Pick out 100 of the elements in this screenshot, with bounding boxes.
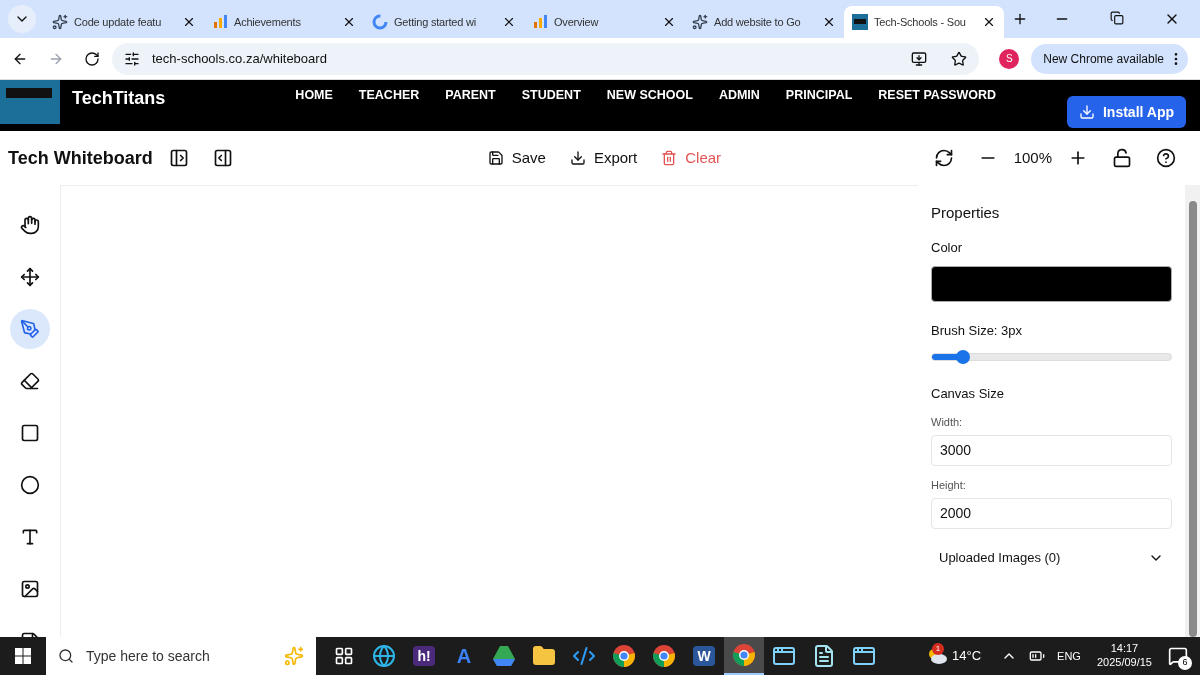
- reload-icon[interactable]: [84, 50, 100, 67]
- search-icon: [58, 648, 74, 664]
- tab-title: Add website to Go: [714, 14, 802, 30]
- browser-tab[interactable]: Add website to Go: [684, 6, 844, 38]
- height-field[interactable]: 2000: [931, 497, 1172, 529]
- folder-icon: [532, 644, 556, 668]
- restore-icon[interactable]: [1110, 11, 1124, 25]
- clock[interactable]: 14:17 2025/09/15: [1096, 642, 1152, 670]
- tab-title: Code update featu: [74, 14, 163, 30]
- tab-title: Achievements: [234, 14, 302, 30]
- g-logo-icon: [372, 14, 388, 30]
- text-tool-icon: [20, 527, 40, 547]
- taskbar-app[interactable]: [724, 637, 764, 675]
- taskbar-app[interactable]: A: [444, 637, 484, 675]
- zoom-level: 100%: [1013, 147, 1052, 168]
- export-button[interactable]: Export: [569, 146, 638, 170]
- browser-tab[interactable]: Overview: [524, 6, 684, 38]
- bar-chart-icon: [212, 14, 228, 30]
- sparkle-icon: [284, 646, 304, 666]
- taskbar-app[interactable]: h!: [404, 637, 444, 675]
- pen-tool-icon: [20, 319, 40, 339]
- windows-icon[interactable]: [15, 648, 31, 664]
- close-icon[interactable]: [502, 15, 516, 29]
- browser-tab[interactable]: Achievements: [204, 6, 364, 38]
- site-settings-icon[interactable]: [124, 50, 140, 67]
- chrome-icon: [612, 644, 636, 668]
- brush-slider-track[interactable]: [931, 352, 1172, 361]
- close-icon[interactable]: [662, 15, 676, 29]
- tab-title: Getting started wi: [394, 14, 477, 30]
- language-indicator[interactable]: ENG: [1057, 647, 1081, 665]
- save-button[interactable]: Save: [487, 146, 546, 170]
- nav-link[interactable]: PRINCIPAL: [785, 86, 853, 105]
- browser-tab[interactable]: Code update featu: [44, 6, 204, 38]
- nav-link[interactable]: NEW SCHOOL: [606, 86, 693, 105]
- tab-title: Overview: [554, 14, 600, 30]
- profile-avatar[interactable]: S: [999, 48, 1020, 69]
- close-icon[interactable]: [182, 15, 196, 29]
- notification-count: 6: [1178, 656, 1192, 670]
- address-bar[interactable]: tech-schools.co.za/whiteboard: [112, 42, 980, 75]
- panel-toggle-icon[interactable]: [212, 148, 233, 168]
- hand-tool-icon: [20, 215, 40, 235]
- browser-tab[interactable]: Tech-Schools - Sou: [844, 6, 1004, 38]
- eraser-tool-icon: [20, 371, 40, 391]
- install-icon[interactable]: [911, 50, 928, 67]
- close-icon[interactable]: [822, 15, 836, 29]
- sparkle-icon: [692, 14, 708, 30]
- field-label: Color: [931, 239, 964, 258]
- slider-thumb[interactable]: [956, 349, 971, 364]
- battery-icon[interactable]: [1029, 648, 1046, 664]
- panel-toggle-icon[interactable]: [168, 148, 189, 168]
- rectangle-tool-icon: [20, 423, 40, 443]
- nav-link[interactable]: RESET PASSWORD: [878, 86, 997, 105]
- weather-badge: 1: [932, 643, 945, 655]
- close-icon[interactable]: [342, 15, 356, 29]
- close-icon[interactable]: [982, 15, 996, 29]
- save-icon: [487, 150, 504, 166]
- new-tab-icon[interactable]: [1012, 11, 1028, 27]
- uploads-accordion[interactable]: Uploaded Images (0): [931, 548, 1172, 568]
- field-label: Brush Size: 3px: [931, 322, 1024, 340]
- refresh-icon[interactable]: [933, 148, 954, 168]
- nav-link[interactable]: ADMIN: [718, 86, 760, 105]
- image-tool-icon: [20, 579, 40, 599]
- taskbar-search[interactable]: Type here to search: [46, 637, 316, 675]
- site-logo: [0, 80, 60, 124]
- field-label: Height:: [931, 477, 967, 493]
- unlock-icon[interactable]: [1112, 148, 1132, 168]
- browser-tab[interactable]: Getting started wi: [364, 6, 524, 38]
- circle-tool-icon: [20, 475, 40, 495]
- drive-icon: [492, 645, 516, 667]
- help-icon[interactable]: [1156, 148, 1176, 168]
- nav-link[interactable]: TEACHER: [358, 86, 420, 105]
- color-swatch[interactable]: [931, 266, 1172, 302]
- app-window-icon: [772, 644, 796, 668]
- code-editor-icon: [572, 644, 596, 668]
- panel-title: Properties: [931, 203, 1001, 223]
- app-window-icon: [852, 644, 876, 668]
- clear-button[interactable]: Clear: [661, 146, 722, 170]
- app-letter: A: [456, 644, 472, 669]
- install-app-button[interactable]: Install App: [1066, 96, 1186, 128]
- app-letter: h!: [413, 646, 435, 666]
- url-text: tech-schools.co.za/whiteboard: [152, 49, 328, 68]
- taskbar-app[interactable]: W: [684, 637, 724, 675]
- bookmark-icon[interactable]: [951, 50, 968, 67]
- nav-link[interactable]: HOME: [295, 86, 333, 105]
- temperature: 14°C: [952, 647, 982, 666]
- notepad-icon: [812, 644, 836, 668]
- nav-link[interactable]: STUDENT: [521, 86, 581, 105]
- update-button[interactable]: New Chrome available: [1031, 43, 1188, 74]
- nav-link[interactable]: PARENT: [445, 86, 496, 105]
- width-field[interactable]: 3000: [931, 434, 1172, 466]
- field-label: Width:: [931, 415, 964, 431]
- site-logo-icon: [852, 14, 868, 30]
- app-letter: W: [693, 646, 715, 666]
- board-title: Tech Whiteboard: [8, 147, 153, 170]
- sparkle-icon: [52, 14, 68, 30]
- globe-icon: [372, 644, 396, 668]
- trash-icon: [661, 150, 678, 166]
- scrollbar-thumb[interactable]: [1188, 201, 1197, 637]
- chrome-icon: [652, 644, 676, 668]
- brand-name[interactable]: TechTitans: [72, 84, 166, 131]
